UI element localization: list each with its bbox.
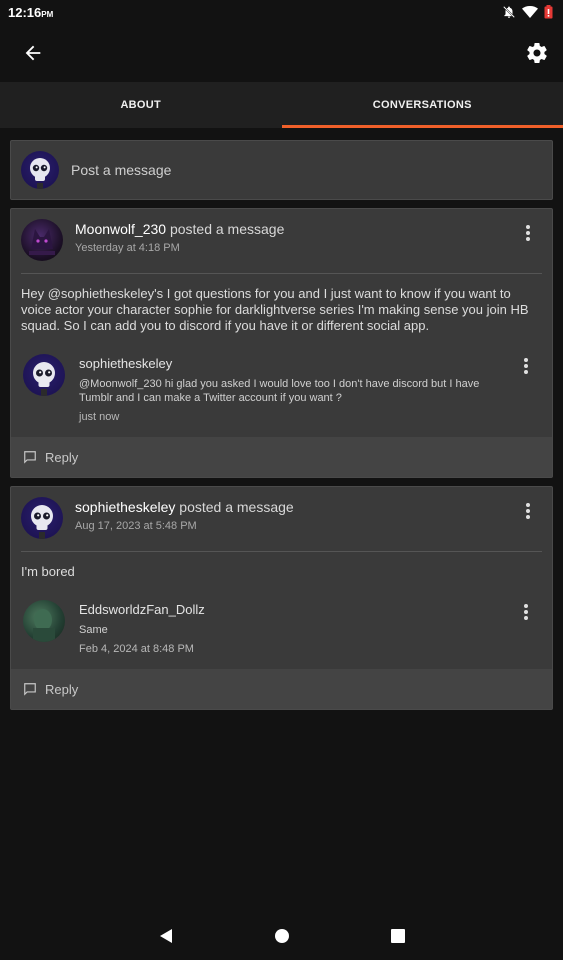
post-meta: sophietheskeley posted a message Aug 17,… <box>75 497 294 539</box>
reply-label: Reply <box>45 449 79 465</box>
post-author-line: sophietheskeley posted a message <box>75 499 294 515</box>
reply-content: sophietheskeley @Moonwolf_230 hi glad yo… <box>79 354 542 423</box>
reply-author[interactable]: sophietheskeley <box>79 356 542 371</box>
battery-icon <box>544 5 553 19</box>
gear-icon[interactable] <box>525 41 549 65</box>
reply-text: @Moonwolf_230 hi glad you asked I would … <box>79 378 480 404</box>
post-author[interactable]: sophietheskeley <box>75 499 175 515</box>
conversation-list: Post a message Moonwolf_230 posted a mes… <box>0 128 563 710</box>
tab-conversations[interactable]: CONVERSATIONS <box>281 82 563 128</box>
post-action: posted a message <box>166 221 285 237</box>
post-author-line: Moonwolf_230 posted a message <box>75 221 284 237</box>
fan-avatar-image <box>33 609 55 642</box>
reply-time: just now <box>79 411 120 423</box>
more-options-icon[interactable] <box>520 501 536 521</box>
post-header: sophietheskeley posted a message Aug 17,… <box>11 487 552 539</box>
comment-icon <box>24 451 36 464</box>
avatar[interactable] <box>21 497 63 539</box>
back-triangle-icon[interactable] <box>158 928 174 944</box>
skull-avatar-image <box>31 505 53 539</box>
tab-about[interactable]: ABOUT <box>0 82 282 128</box>
post-body: I'm bored <box>21 564 75 579</box>
arrow-left-icon[interactable] <box>22 42 44 64</box>
post-author[interactable]: Moonwolf_230 <box>75 221 166 237</box>
skull-avatar-image <box>33 362 55 396</box>
avatar <box>21 151 59 189</box>
reply-button[interactable]: Reply <box>11 437 552 477</box>
post-action: posted a message <box>175 499 294 515</box>
post-card: sophietheskeley posted a message Aug 17,… <box>10 486 553 710</box>
reply-label: Reply <box>45 681 79 697</box>
status-ampm: PM <box>41 9 54 19</box>
post-time: Yesterday at 4:18 PM <box>75 242 180 254</box>
post-body: Hey @sophietheskeley's I got questions f… <box>21 286 529 333</box>
avatar[interactable] <box>21 219 63 261</box>
post-message-placeholder[interactable]: Post a message <box>71 162 171 178</box>
reply-content: EddsworldzFan_Dollz Same Feb 4, 2024 at … <box>79 600 205 655</box>
wifi-icon <box>522 6 538 18</box>
reply-item: sophietheskeley @Moonwolf_230 hi glad yo… <box>11 334 552 423</box>
recents-square-icon[interactable] <box>390 928 406 944</box>
notifications-off-icon <box>503 6 515 18</box>
home-circle-icon[interactable] <box>274 928 290 944</box>
reply-button[interactable]: Reply <box>11 669 552 709</box>
avatar[interactable] <box>23 354 65 396</box>
reply-text: Same <box>79 624 108 636</box>
reply-time: Feb 4, 2024 at 8:48 PM <box>79 643 194 655</box>
more-options-icon[interactable] <box>518 356 534 376</box>
post-card: Moonwolf_230 posted a message Yesterday … <box>10 208 553 478</box>
status-icons <box>502 5 553 19</box>
post-composer[interactable]: Post a message <box>10 140 553 200</box>
more-options-icon[interactable] <box>520 223 536 243</box>
skull-avatar-image <box>30 158 50 189</box>
reply-author[interactable]: EddsworldzFan_Dollz <box>79 602 205 617</box>
avatar[interactable] <box>23 600 65 642</box>
wolf-avatar-image <box>29 229 55 255</box>
post-header: Moonwolf_230 posted a message Yesterday … <box>11 209 552 261</box>
system-navigation-bar <box>0 912 563 960</box>
reply-item: EddsworldzFan_Dollz Same Feb 4, 2024 at … <box>11 580 552 655</box>
comment-icon <box>24 683 36 696</box>
status-time: 12:16PM <box>8 5 53 20</box>
status-clock: 12:16 <box>8 4 42 20</box>
tab-bar: ABOUT CONVERSATIONS <box>0 82 563 128</box>
status-bar: 12:16PM <box>0 0 563 24</box>
more-options-icon[interactable] <box>518 602 534 622</box>
post-meta: Moonwolf_230 posted a message Yesterday … <box>75 219 284 261</box>
top-app-bar <box>0 24 563 82</box>
post-time: Aug 17, 2023 at 5:48 PM <box>75 520 197 532</box>
